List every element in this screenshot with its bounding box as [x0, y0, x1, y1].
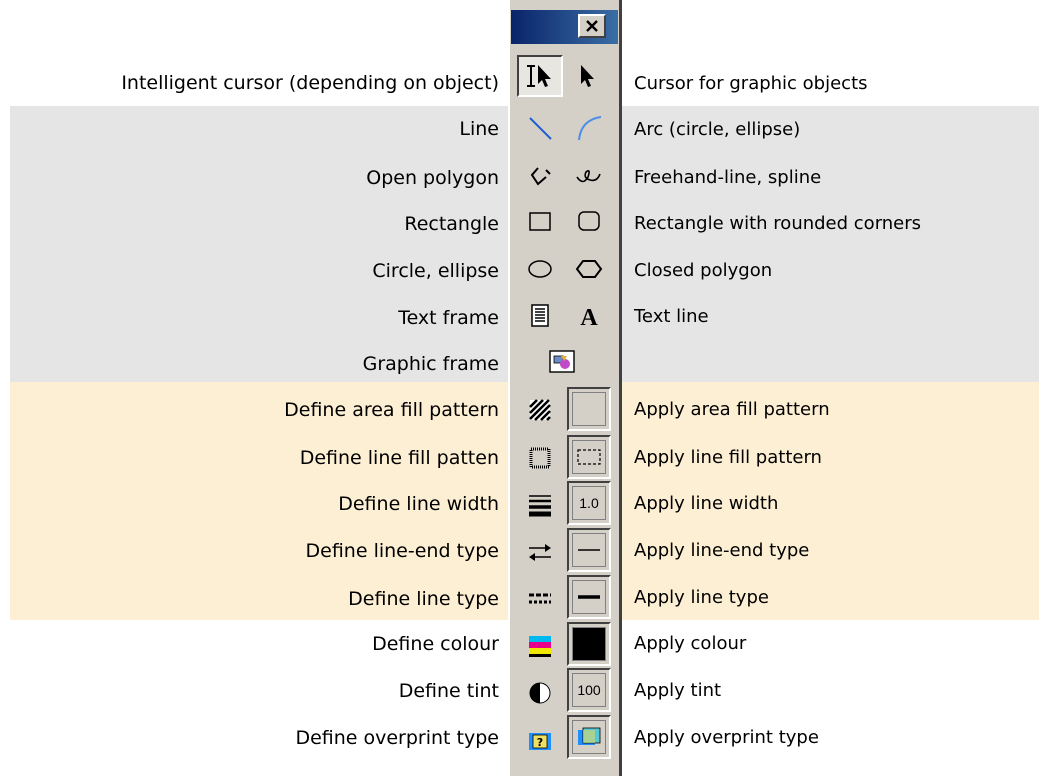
intelligent-cursor-button[interactable]	[517, 55, 563, 97]
label-intelligent-cursor: Intelligent cursor (depending on object)	[121, 72, 499, 94]
label-closed-polygon: Closed polygon	[634, 260, 773, 281]
label-apply-colour: Apply colour	[634, 633, 747, 654]
label-define-colour: Define colour	[372, 633, 499, 655]
apply-tint-slot[interactable]: 100	[567, 668, 611, 712]
label-arc: Arc (circle, ellipse)	[634, 119, 801, 140]
open-polygon-icon	[530, 167, 551, 186]
label-rectangle: Rectangle	[404, 213, 499, 235]
define-line-end-button[interactable]	[520, 532, 560, 572]
label-rounded-rectangle: Rectangle with rounded corners	[634, 213, 922, 234]
label-define-tint: Define tint	[398, 680, 499, 702]
define-tint-button[interactable]	[520, 672, 560, 712]
label-circle-ellipse: Circle, ellipse	[372, 260, 499, 282]
label-graphic-frame: Graphic frame	[362, 353, 499, 375]
define-line-type-button[interactable]	[520, 579, 560, 619]
apply-colour-swatch	[572, 627, 606, 661]
line-width-value: 1.0	[572, 486, 606, 520]
apply-line-width-slot[interactable]: 1.0	[567, 481, 611, 525]
rounded-rectangle-icon	[578, 211, 600, 231]
label-apply-line-end: Apply line-end type	[634, 540, 810, 561]
label-apply-line-width: Apply line width	[634, 493, 779, 514]
apply-area-fill-swatch	[572, 392, 606, 426]
closed-polygon-button[interactable]	[569, 249, 609, 289]
line-fill-pattern-icon	[529, 447, 551, 469]
line-tool-button[interactable]	[520, 108, 560, 148]
apply-overprint-slot[interactable]	[567, 715, 611, 759]
tint-value: 100	[572, 673, 606, 707]
open-polygon-button[interactable]	[520, 156, 560, 196]
graphic-frame-icon	[549, 350, 575, 373]
freehand-button[interactable]	[569, 156, 609, 196]
label-open-polygon: Open polygon	[366, 167, 499, 189]
tint-icon	[529, 682, 551, 704]
arc-tool-button[interactable]	[569, 108, 609, 148]
label-apply-area-fill: Apply area fill pattern	[634, 399, 830, 420]
label-line: Line	[459, 118, 499, 140]
area-fill-pattern-icon	[529, 399, 551, 421]
label-define-overprint: Define overprint type	[295, 727, 499, 749]
define-area-fill-button[interactable]	[520, 390, 560, 430]
arrow-cursor-icon	[581, 65, 594, 87]
text-frame-button[interactable]	[520, 296, 560, 336]
close-button[interactable]	[578, 14, 606, 38]
label-freehand: Freehand-line, spline	[634, 167, 822, 188]
close-icon	[586, 20, 598, 32]
line-icon	[529, 117, 552, 140]
svg-text:A: A	[580, 305, 598, 331]
label-apply-overprint: Apply overprint type	[634, 727, 819, 748]
define-overprint-button[interactable]: ?	[520, 719, 560, 759]
label-define-line-end: Define line-end type	[305, 540, 499, 562]
define-line-fill-button[interactable]	[520, 438, 560, 478]
intelligent-cursor-icon	[527, 65, 551, 87]
define-colour-button[interactable]	[520, 625, 560, 665]
arrow-cursor-button[interactable]	[567, 56, 607, 96]
apply-colour-slot[interactable]	[567, 622, 611, 666]
apply-line-fill-slot[interactable]	[567, 435, 611, 479]
line-width-icon	[529, 495, 551, 517]
overprint-icon: ?	[529, 733, 551, 750]
label-define-line-type: Define line type	[348, 588, 499, 610]
freehand-icon	[576, 170, 601, 183]
apply-line-end-slot[interactable]	[567, 528, 611, 572]
define-line-width-button[interactable]	[520, 485, 560, 525]
text-frame-icon	[531, 304, 549, 327]
closed-polygon-icon	[575, 260, 603, 278]
text-line-icon: A	[580, 305, 598, 331]
apply-line-type-slot[interactable]	[567, 575, 611, 619]
line-type-icon	[529, 593, 551, 604]
label-text-frame: Text frame	[398, 307, 499, 329]
graphic-frame-button[interactable]	[542, 342, 582, 382]
arc-icon	[578, 116, 602, 141]
rectangle-button[interactable]	[520, 202, 560, 242]
label-define-line-width: Define line width	[338, 493, 499, 515]
ellipse-icon	[528, 260, 552, 278]
line-end-icon	[529, 544, 551, 561]
label-define-area-fill: Define area fill pattern	[284, 399, 499, 421]
rounded-rectangle-button[interactable]	[569, 202, 609, 242]
rectangle-icon	[529, 212, 551, 231]
text-line-button[interactable]: A	[569, 296, 609, 336]
dashed-rectangle-icon	[577, 449, 601, 465]
label-apply-line-type: Apply line type	[634, 587, 769, 608]
label-text-line: Text line	[634, 306, 709, 327]
label-cursor-graphic: Cursor for graphic objects	[634, 73, 868, 94]
label-define-line-fill: Define line fill patten	[299, 447, 499, 469]
overprint-preview-icon	[578, 727, 601, 745]
solid-line-icon	[578, 595, 600, 599]
svg-text:?: ?	[537, 736, 543, 749]
colour-icon	[529, 636, 551, 657]
line-end-preview-icon	[578, 549, 600, 551]
label-apply-tint: Apply tint	[634, 680, 722, 701]
ellipse-button[interactable]	[520, 249, 560, 289]
label-apply-line-fill: Apply line fill pattern	[634, 447, 822, 468]
apply-area-fill-slot[interactable]	[567, 387, 611, 431]
